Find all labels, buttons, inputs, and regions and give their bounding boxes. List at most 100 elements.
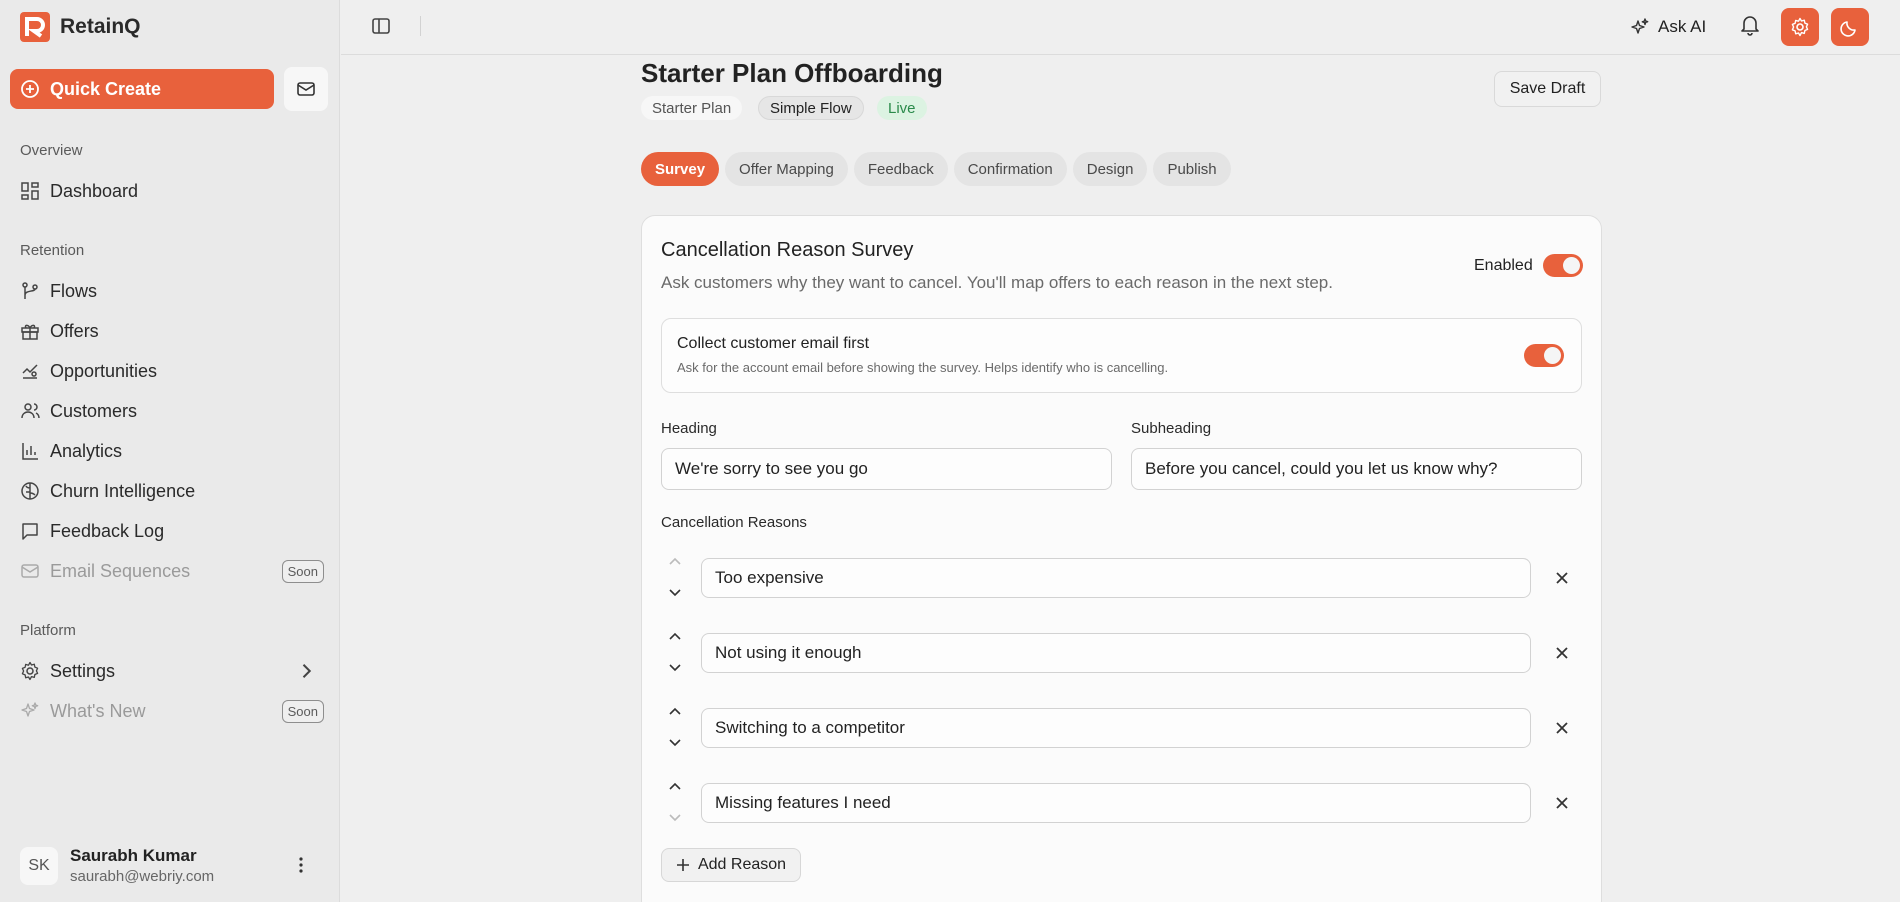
user-email: saurabh@webriy.com bbox=[70, 868, 215, 885]
theme-toggle-button[interactable] bbox=[1831, 8, 1869, 46]
flow-tabs: Survey Offer Mapping Feedback Confirmati… bbox=[641, 152, 1231, 186]
gift-icon bbox=[21, 324, 39, 340]
move-down-icon[interactable] bbox=[667, 659, 683, 675]
users-icon bbox=[21, 403, 40, 419]
heading-label: Heading bbox=[661, 420, 717, 437]
reason-row: Not using it enough bbox=[661, 632, 1582, 675]
close-icon[interactable] bbox=[1553, 569, 1571, 587]
reason-row: Missing features I need bbox=[661, 782, 1582, 825]
enabled-control: Enabled bbox=[1474, 254, 1583, 277]
sidebar-item-label: Email Sequences bbox=[50, 560, 191, 581]
chart-icon bbox=[22, 443, 38, 460]
sidebar-item-label: Feedback Log bbox=[50, 520, 165, 541]
close-icon[interactable] bbox=[1553, 719, 1571, 737]
soon-badge: Soon bbox=[281, 700, 324, 723]
settings-button[interactable] bbox=[1781, 8, 1819, 46]
add-reason-button[interactable]: Add Reason bbox=[661, 848, 801, 882]
move-up-icon[interactable] bbox=[667, 779, 683, 795]
opportunities-icon bbox=[22, 364, 38, 379]
sidebar-item-email-sequences: Email Sequences Soon bbox=[20, 555, 324, 587]
sparkle-icon bbox=[21, 702, 39, 717]
reason-input[interactable]: Switching to a competitor bbox=[701, 708, 1531, 748]
survey-title: Cancellation Reason Survey bbox=[661, 239, 914, 261]
sidebar-item-label: Dashboard bbox=[50, 180, 139, 201]
soon-badge: Soon bbox=[281, 560, 324, 583]
survey-enabled-toggle[interactable] bbox=[1542, 254, 1583, 277]
move-up-icon[interactable] bbox=[667, 629, 683, 645]
tab-offer-mapping[interactable]: Offer Mapping bbox=[725, 152, 848, 186]
sidebar-item-feedback-log[interactable]: Feedback Log bbox=[20, 515, 324, 547]
sidebar-item-label: Flows bbox=[50, 280, 98, 301]
sidebar-item-label: Customers bbox=[50, 400, 138, 421]
quick-create-button[interactable]: Quick Create bbox=[10, 69, 274, 109]
flow-type-tag: Simple Flow bbox=[758, 96, 864, 120]
reason-input[interactable]: Too expensive bbox=[701, 558, 1531, 598]
sparkle-icon bbox=[1631, 18, 1649, 34]
sidebar-item-opportunities[interactable]: Opportunities bbox=[20, 355, 324, 387]
collect-email-title: Collect customer email first bbox=[677, 335, 870, 352]
move-up-icon[interactable] bbox=[667, 704, 683, 720]
more-vertical-icon[interactable] bbox=[292, 856, 310, 874]
bell-icon[interactable] bbox=[1740, 14, 1760, 36]
page-title: Starter Plan Offboarding bbox=[641, 58, 943, 88]
plan-tag: Starter Plan bbox=[641, 96, 743, 120]
brand-name: RetainQ bbox=[60, 15, 141, 38]
close-icon[interactable] bbox=[1553, 644, 1571, 662]
chevron-right-icon bbox=[302, 664, 312, 678]
save-draft-button[interactable]: Save Draft bbox=[1494, 71, 1601, 107]
message-icon bbox=[22, 523, 38, 540]
retainq-logo-icon bbox=[20, 12, 50, 42]
sidebar-toggle-icon[interactable] bbox=[371, 16, 391, 36]
subheading-input[interactable]: Before you cancel, could you let us know… bbox=[1131, 448, 1582, 490]
survey-description: Ask customers why they want to cancel. Y… bbox=[661, 273, 1333, 292]
sidebar-item-analytics[interactable]: Analytics bbox=[20, 435, 324, 467]
ask-ai-label: Ask AI bbox=[1658, 17, 1707, 36]
avatar: SK bbox=[20, 846, 58, 885]
tab-publish[interactable]: Publish bbox=[1153, 152, 1231, 186]
collect-email-description: Ask for the account email before showing… bbox=[677, 360, 1169, 375]
sidebar-item-dashboard[interactable]: Dashboard bbox=[20, 175, 324, 207]
reason-row: Switching to a competitor bbox=[661, 707, 1582, 750]
sidebar-item-label: Opportunities bbox=[50, 360, 158, 381]
ask-ai-button[interactable]: Ask AI bbox=[1630, 13, 1706, 41]
reason-input[interactable]: Missing features I need bbox=[701, 783, 1531, 823]
sidebar-item-whats-new: What's New Soon bbox=[20, 695, 324, 727]
heading-input[interactable]: We're sorry to see you go bbox=[661, 448, 1112, 490]
sidebar-item-flows[interactable]: Flows bbox=[20, 275, 324, 307]
enabled-label: Enabled bbox=[1474, 256, 1533, 274]
brain-icon bbox=[21, 482, 39, 500]
tab-design[interactable]: Design bbox=[1072, 152, 1148, 186]
tab-confirmation[interactable]: Confirmation bbox=[953, 152, 1067, 186]
inbox-button[interactable] bbox=[284, 67, 328, 111]
status-badge: Live bbox=[877, 96, 927, 120]
sidebar-item-offers[interactable]: Offers bbox=[20, 315, 324, 347]
tab-feedback[interactable]: Feedback bbox=[853, 152, 948, 186]
user-name: Saurabh Kumar bbox=[70, 846, 197, 865]
mail-icon bbox=[297, 82, 315, 96]
sidebar-item-label: Settings bbox=[50, 660, 116, 681]
user-profile[interactable]: SK Saurabh Kumar saurabh@webriy.com bbox=[20, 846, 324, 885]
section-platform: Platform bbox=[20, 622, 76, 639]
move-down-icon bbox=[669, 814, 681, 822]
topbar-divider bbox=[420, 16, 421, 36]
subheading-label: Subheading bbox=[1131, 420, 1212, 437]
sidebar-item-settings[interactable]: Settings bbox=[20, 655, 324, 687]
section-retention: Retention bbox=[20, 242, 85, 259]
sidebar-item-label: Analytics bbox=[50, 440, 123, 461]
brand[interactable]: RetainQ bbox=[20, 12, 141, 42]
plus-icon bbox=[676, 859, 689, 871]
reason-input[interactable]: Not using it enough bbox=[701, 633, 1531, 673]
sidebar-item-churn-intelligence[interactable]: Churn Intelligence bbox=[20, 475, 324, 507]
sidebar-item-label: What's New bbox=[50, 700, 146, 721]
collect-email-toggle[interactable] bbox=[1524, 344, 1564, 367]
reasons-label: Cancellation Reasons bbox=[661, 514, 807, 531]
close-icon[interactable] bbox=[1553, 794, 1571, 812]
sidebar-item-customers[interactable]: Customers bbox=[20, 395, 324, 427]
sidebar-item-label: Churn Intelligence bbox=[50, 480, 196, 501]
topbar: Ask AI bbox=[341, 0, 1900, 55]
sidebar-item-label: Offers bbox=[50, 320, 99, 341]
move-down-icon[interactable] bbox=[667, 584, 683, 600]
gear-icon bbox=[21, 661, 39, 681]
move-down-icon[interactable] bbox=[667, 734, 683, 750]
tab-survey[interactable]: Survey bbox=[641, 152, 720, 186]
